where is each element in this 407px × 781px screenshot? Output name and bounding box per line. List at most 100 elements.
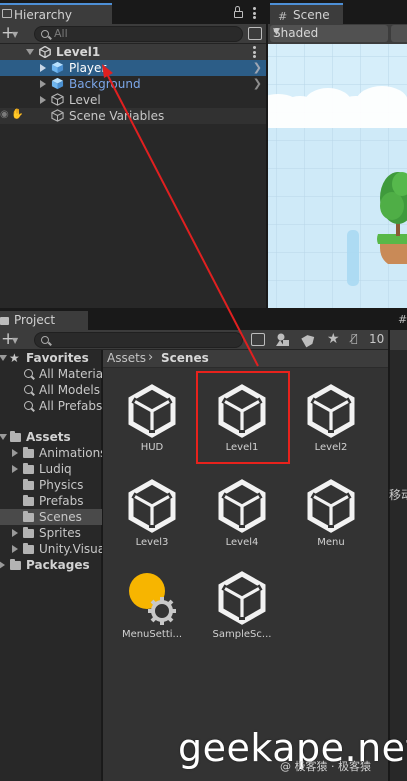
asset-item[interactable]: Level4 [197,479,287,559]
search-icon [24,385,33,394]
unity-scene-icon [306,384,356,438]
scene-more-icon[interactable] [253,46,256,58]
foldout-icon[interactable] [40,96,46,104]
breadcrumb-scenes[interactable]: Scenes [161,351,209,365]
inspector-panel-edge [390,310,407,781]
hierarchy-item-label: Scene Variables [69,109,165,123]
folder-icon [23,447,34,458]
scene-row-level1[interactable]: Level1 [0,44,266,60]
tab-project[interactable]: Project [0,311,88,330]
tree-favorites[interactable]: ★ Favorites [0,350,102,366]
filter-by-type-icon[interactable] [274,332,292,348]
foldout-icon[interactable] [0,561,5,569]
chevron-right-icon[interactable]: ❯ [253,77,262,90]
tree-favorite-item[interactable]: All Prefabs [0,398,102,414]
hierarchy-item-scene-variables[interactable]: ◉ ✋ Scene Variables [0,108,266,124]
search-icon [41,30,49,38]
breadcrumb-assets[interactable]: Assets [107,351,146,365]
tree-label: Sprites [39,526,81,540]
scene-search-icon[interactable] [248,27,262,40]
breadcrumb: Assets › Scenes [103,350,388,368]
foldout-icon[interactable] [12,449,18,457]
folder-icon [23,479,34,490]
more-menu-icon[interactable] [253,7,256,19]
gameobject-cube-icon [51,93,64,106]
folder-icon [23,495,34,506]
scene-tab-label: Scene [293,8,330,22]
foldout-icon[interactable] [12,465,18,473]
prefab-cube-icon [51,77,64,90]
foldout-open-icon[interactable] [0,355,7,361]
visibility-eye-icon[interactable]: ◉ [0,109,9,120]
folder-icon [23,543,34,554]
hierarchy-search-input[interactable]: All [34,26,243,42]
chevron-right-icon[interactable]: ❯ [253,61,262,74]
hierarchy-list-icon [2,9,12,18]
tree-folder-unity-visual[interactable]: Unity.Visua [0,541,102,557]
tree-label: Unity.Visua [39,542,102,556]
inspector-grid-icon[interactable]: # [398,313,407,326]
shading-mode-dropdown[interactable]: Shaded ▼ [270,25,388,42]
tree-assets[interactable]: Assets [0,429,102,445]
foldout-icon[interactable] [12,545,18,553]
hierarchy-item-background[interactable]: Background ❯ [0,76,266,92]
hierarchy-item-level[interactable]: Level [0,92,266,108]
tree-folder-animations[interactable]: Animations [0,445,102,461]
tree-folder-sprites[interactable]: Sprites [0,525,102,541]
foldout-open-icon[interactable] [0,434,7,440]
unity-scene-icon [127,384,177,438]
tree-folder-prefabs[interactable]: Prefabs [0,493,102,509]
2d-toggle-button[interactable] [391,25,407,42]
tree-folder-ludiq[interactable]: Ludiq [0,461,102,477]
tree-folder-scenes[interactable]: Scenes [0,509,102,525]
tab-hierarchy[interactable]: Hierarchy [0,3,112,24]
asset-item[interactable]: MenuSetti... [107,571,197,651]
hidden-packages-count: 10 [369,332,385,346]
tree-favorite-item[interactable]: All Materia [0,366,102,382]
hierarchy-toolbar: + ▼ All [0,24,266,44]
prefab-cube-icon [51,61,64,74]
tree-label: Scenes [39,510,82,524]
unity-scene-icon [306,479,356,533]
tree-label: Assets [26,430,71,444]
create-dropdown-icon[interactable]: ▼ [12,336,18,345]
hierarchy-tab-label: Hierarchy [14,8,73,22]
tree-label: Packages [26,558,90,572]
asset-item[interactable]: Menu [286,479,376,559]
tree-folder-physics[interactable]: Physics [0,477,102,493]
asset-item[interactable]: HUD [107,384,197,464]
scene-grid-icon: # [278,10,288,23]
tree-packages[interactable]: Packages [0,557,102,573]
folder-icon [10,559,21,570]
lighting-settings-icon [127,571,177,625]
tree-label: All Materia [39,367,102,381]
asset-name: Level4 [225,537,259,548]
foldout-icon[interactable] [12,529,18,537]
tree-label: Ludiq [39,462,72,476]
project-toolbar: + ▼ ★ 👁̸ 10 [0,330,388,350]
pickable-hand-icon[interactable]: ✋ [11,109,23,120]
foldout-icon[interactable] [40,80,46,88]
scene-viewport[interactable] [268,44,407,308]
breadcrumb-separator-icon: › [148,350,154,365]
filter-by-label-icon[interactable] [300,332,318,348]
asset-item[interactable]: Level3 [107,479,197,559]
favorite-star-icon[interactable]: ★ [327,331,340,347]
asset-item[interactable]: Level2 [286,384,376,464]
search-icon [24,369,33,378]
foldout-open-icon[interactable] [26,49,34,55]
tree-favorite-item[interactable]: All Models [0,382,102,398]
tab-scene[interactable]: # Scene [270,3,343,24]
project-tab-label: Project [14,313,56,327]
foldout-icon[interactable] [40,64,46,72]
add-dropdown-icon[interactable]: ▼ [12,30,18,39]
asset-item[interactable]: SampleSc... [197,571,287,651]
hidden-packages-eye-icon[interactable]: 👁̸ [351,332,358,345]
lock-icon[interactable] [234,6,243,18]
hierarchy-item-player[interactable]: Player ❯ [0,60,266,76]
scene-view-canvas [268,44,407,308]
gameobject-cube-icon [51,109,64,122]
search-by-scene-icon[interactable] [251,333,265,346]
asset-name: HUD [140,442,164,453]
project-search-input[interactable] [34,332,243,348]
